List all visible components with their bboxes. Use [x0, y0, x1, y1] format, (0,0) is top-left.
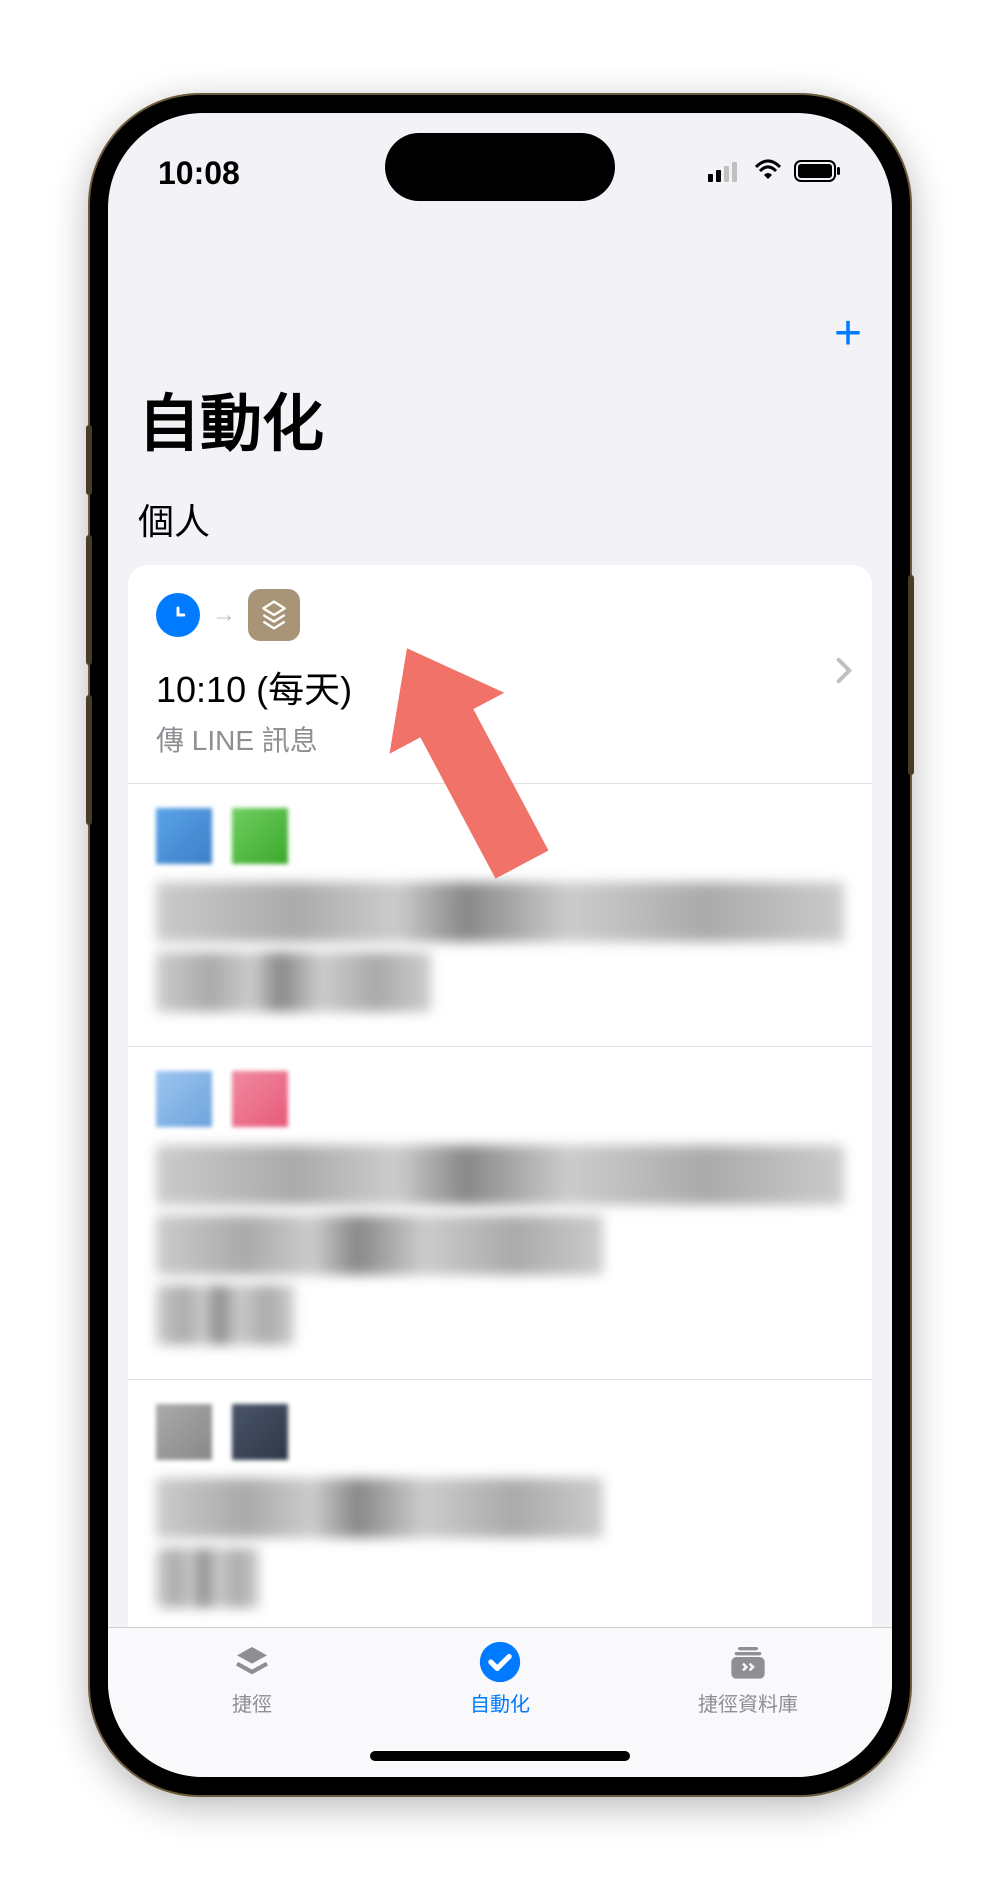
automation-item-blurred[interactable] — [128, 1047, 872, 1380]
shortcut-app-icon — [248, 589, 300, 641]
volume-up-button — [86, 535, 92, 665]
tab-shortcuts[interactable]: 捷徑 — [128, 1640, 376, 1717]
screen: 10:08 + 自動化 個人 — [108, 113, 892, 1777]
tab-gallery[interactable]: 捷徑資料庫 — [624, 1640, 872, 1717]
section-label: 個人 — [138, 493, 862, 545]
silent-switch — [86, 425, 92, 495]
page-title: 自動化 — [138, 373, 862, 463]
volume-down-button — [86, 695, 92, 825]
header: 自動化 個人 — [108, 373, 892, 545]
tab-label: 自動化 — [470, 1688, 530, 1717]
dynamic-island — [385, 133, 615, 201]
phone-frame: 10:08 + 自動化 個人 — [90, 95, 910, 1795]
tab-automation[interactable]: 自動化 — [376, 1640, 624, 1717]
automation-title: 10:10 (每天) — [156, 661, 844, 713]
power-button — [908, 575, 914, 775]
cellular-signal-icon — [708, 160, 742, 187]
arrow-icon: → — [212, 601, 236, 629]
automation-list: → 10:10 (每天) 傳 LINE 訊息 — [128, 565, 872, 1627]
battery-icon — [794, 159, 842, 188]
automation-subtitle: 傳 LINE 訊息 — [156, 719, 844, 759]
scroll-content[interactable]: + 自動化 個人 → — [108, 293, 892, 1627]
automation-item-blurred[interactable] — [128, 784, 872, 1047]
content: → 10:10 (每天) 傳 LINE 訊息 — [108, 565, 892, 1627]
automation-item[interactable]: → 10:10 (每天) 傳 LINE 訊息 — [128, 565, 872, 784]
status-icons — [708, 159, 842, 188]
item-icons: → — [156, 589, 844, 641]
nav-bar: + — [108, 293, 892, 373]
wifi-icon — [752, 159, 784, 188]
gallery-tab-icon — [722, 1640, 774, 1684]
tab-label: 捷徑資料庫 — [698, 1688, 798, 1717]
shortcuts-tab-icon — [226, 1640, 278, 1684]
automation-item-blurred[interactable] — [128, 1380, 872, 1627]
automation-tab-icon — [474, 1640, 526, 1684]
status-time: 10:08 — [158, 155, 240, 192]
tab-label: 捷徑 — [232, 1688, 272, 1717]
add-button[interactable]: + — [834, 306, 862, 361]
home-indicator[interactable] — [370, 1751, 630, 1761]
chevron-right-icon — [836, 656, 852, 693]
clock-icon — [156, 593, 200, 637]
